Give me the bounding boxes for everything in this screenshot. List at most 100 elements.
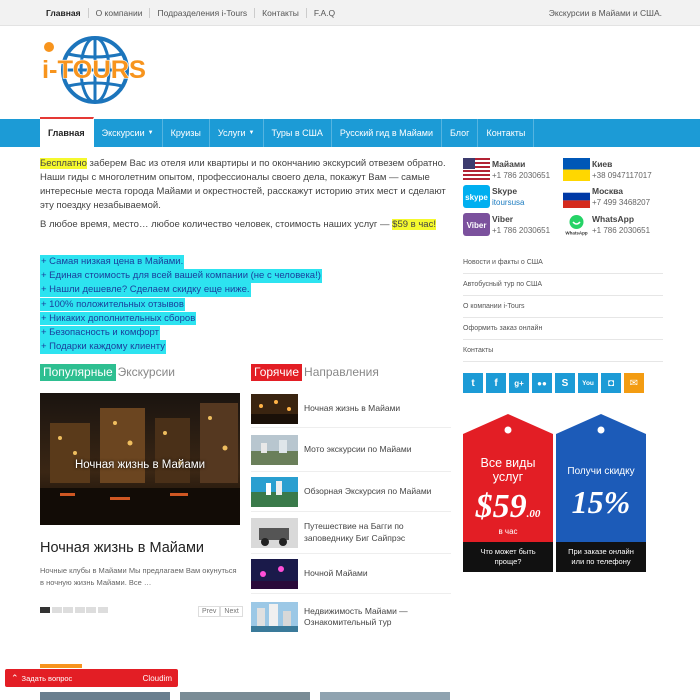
intro-p3: В любое время, место… любое количество ч… xyxy=(40,218,450,232)
youtube-icon[interactable]: You xyxy=(578,373,598,393)
popular-title[interactable]: Ночная жизнь в Майами xyxy=(40,540,204,556)
intro-p2: Наши гиды с многолетним опытом, професси… xyxy=(40,172,446,211)
nav-label: Услуги xyxy=(217,128,246,138)
nav-contacts[interactable]: Контакты xyxy=(478,119,535,147)
contact-viber[interactable]: Viber Viber +1 786 2030651 xyxy=(463,212,563,238)
intro-p1: Бесплатно заберем Вас из отеля или кварт… xyxy=(40,157,450,171)
top-nav-divisions[interactable]: Подразделения i-Tours xyxy=(150,8,256,18)
top-nav-home[interactable]: Главная xyxy=(40,8,89,18)
contact-skype[interactable]: skype Skype itoursusa xyxy=(463,184,563,210)
nav-home[interactable]: Главная xyxy=(40,117,94,147)
nav-russian-guide[interactable]: Русский гид в Майами xyxy=(332,119,442,147)
slider-pager: Prev Next xyxy=(198,606,243,617)
site-logo[interactable]: i-TOURS xyxy=(40,34,150,106)
slider-dot[interactable] xyxy=(40,607,50,613)
flickr-icon[interactable]: ●● xyxy=(532,373,552,393)
contact-name: Viber xyxy=(492,214,514,224)
nav-blog[interactable]: Блог xyxy=(442,119,479,147)
benefit-item: + Нашли дешевле? Сделаем скидку еще ниже… xyxy=(40,283,251,297)
intro-p1-text: заберем Вас из отеля или квартиры и по о… xyxy=(86,158,446,169)
svg-text:WhatsApp: WhatsApp xyxy=(565,231,587,236)
slider-dot[interactable] xyxy=(97,607,108,613)
sidebar-link[interactable]: Новости и факты о США xyxy=(463,252,663,274)
sidebar-link[interactable]: Оформить заказ онлайн xyxy=(463,318,663,340)
sidebar-links: Новости и факты о США Автобусный тур по … xyxy=(463,252,663,362)
contact-whatsapp[interactable]: WhatsApp WhatsApp +1 786 2030651 xyxy=(563,212,663,238)
nav-usa-tours[interactable]: Туры в США xyxy=(264,119,332,147)
twitter-icon[interactable]: t xyxy=(463,373,483,393)
nav-label: Экскурсии xyxy=(101,128,145,138)
contact-value: +7 499 3468207 xyxy=(592,198,651,207)
slider-dots xyxy=(40,607,108,613)
hot-item[interactable]: Путешествие на Багги по заповеднику Биг … xyxy=(251,512,451,554)
slider-dot[interactable] xyxy=(74,607,85,613)
hot-tag: Горячие xyxy=(251,364,303,381)
skype-icon: skype xyxy=(463,185,490,208)
benefits-list: + Самая низкая цена в Майами. + Единая с… xyxy=(40,255,322,354)
facebook-icon[interactable]: f xyxy=(486,373,506,393)
hot-heading-rest: Направления xyxy=(304,365,379,379)
popular-slide-image[interactable]: Ночная жизнь в Майами xyxy=(40,393,240,525)
slider-dot[interactable] xyxy=(51,607,62,613)
viber-icon: Viber xyxy=(463,213,490,236)
ask-left: ⌃ Задать вопрос xyxy=(11,673,72,684)
popular-heading-rest: Экскурсии xyxy=(117,365,175,379)
free-highlight: Бесплатно xyxy=(40,158,87,169)
contacts-block: Майами +1 786 2030651 Киев +38 094711701… xyxy=(463,157,663,241)
caret-down-icon: ▼ xyxy=(248,130,255,136)
hot-item[interactable]: Недвижимость Майами — Ознакомительный ту… xyxy=(251,594,451,640)
sidebar-link[interactable]: Автобусный тур по США xyxy=(463,274,663,296)
hot-thumb xyxy=(251,558,298,589)
benefit-item: + Самая низкая цена в Майами. xyxy=(40,255,185,269)
bottom-thumb[interactable] xyxy=(180,692,310,700)
hot-thumb xyxy=(251,517,298,548)
contact-kiev[interactable]: Киев +38 0947117017 xyxy=(563,157,663,183)
social-icons: t f g+ ●● S You ◘ ✉ xyxy=(463,373,644,393)
slide-caption: Ночная жизнь в Майами xyxy=(74,459,206,471)
slider-dot[interactable] xyxy=(86,607,96,613)
sidebar-link[interactable]: Контакты xyxy=(463,340,663,362)
hot-thumb xyxy=(251,393,298,424)
hot-item[interactable]: Ночная жизнь в Майами xyxy=(251,390,451,428)
next-button[interactable]: Next xyxy=(220,606,243,617)
prev-button[interactable]: Prev xyxy=(198,606,221,617)
nav-excursions[interactable]: Экскурсии ▼ xyxy=(94,119,163,147)
blue-tag-note: При заказе онлайн или по телефону xyxy=(568,547,634,566)
nav-services[interactable]: Услуги ▼ xyxy=(210,119,264,147)
price-highlight: $59 в час! xyxy=(392,219,436,230)
svg-text:Viber: Viber xyxy=(467,221,487,230)
hot-item[interactable]: Обзорная Экскурсия по Майами xyxy=(251,472,451,512)
nav-label: Русский гид в Майами xyxy=(339,128,433,138)
hot-item-label: Недвижимость Майами — Ознакомительный ту… xyxy=(304,605,408,628)
contact-miami[interactable]: Майами +1 786 2030651 xyxy=(463,157,563,183)
google-plus-icon[interactable]: g+ xyxy=(509,373,529,393)
popular-description: Ночные клубы в Майами Мы предлагаем Вам … xyxy=(40,566,237,587)
contact-value: +38 0947117017 xyxy=(592,171,652,180)
nav-label: Туры в США xyxy=(271,128,323,138)
benefit-item: + Безопасность и комфорт xyxy=(40,325,160,340)
top-nav-contacts[interactable]: Контакты xyxy=(255,8,307,18)
whatsapp-icon: WhatsApp xyxy=(563,213,590,236)
hot-item[interactable]: Мото экскурсии по Майами xyxy=(251,428,451,472)
sidebar-link[interactable]: О компании i-Tours xyxy=(463,296,663,318)
skype-icon[interactable]: S xyxy=(555,373,575,393)
red-tag-line2: услуг xyxy=(492,470,524,484)
instagram-icon[interactable]: ◘ xyxy=(601,373,621,393)
email-icon[interactable]: ✉ xyxy=(624,373,644,393)
bottom-thumb[interactable] xyxy=(40,692,170,700)
red-tag-question: Что может быть проще? xyxy=(480,547,536,566)
promo-tags: Все виды услуг $59.00 в час Что может бы… xyxy=(463,414,663,574)
contact-moscow[interactable]: Москва +7 499 3468207 xyxy=(563,184,663,210)
ask-question-widget[interactable]: ⌃ Задать вопрос Cloudim xyxy=(5,669,178,687)
contact-value[interactable]: itoursusa xyxy=(492,198,524,207)
hot-item[interactable]: Ночной Майами xyxy=(251,554,451,594)
red-tag-price-value: $59 xyxy=(475,488,527,525)
bottom-thumb[interactable] xyxy=(320,692,450,700)
nav-cruises[interactable]: Круизы xyxy=(163,119,210,147)
section-accent-bar xyxy=(40,664,82,668)
top-nav-about[interactable]: О компании xyxy=(89,8,151,18)
hot-item-label: Путешествие на Багги по заповеднику Биг … xyxy=(304,521,406,543)
top-nav-faq[interactable]: F.A.Q xyxy=(307,8,342,18)
benefit-item: + Единая стоимость для всей вашей компан… xyxy=(40,269,322,283)
slider-dot[interactable] xyxy=(63,607,73,613)
